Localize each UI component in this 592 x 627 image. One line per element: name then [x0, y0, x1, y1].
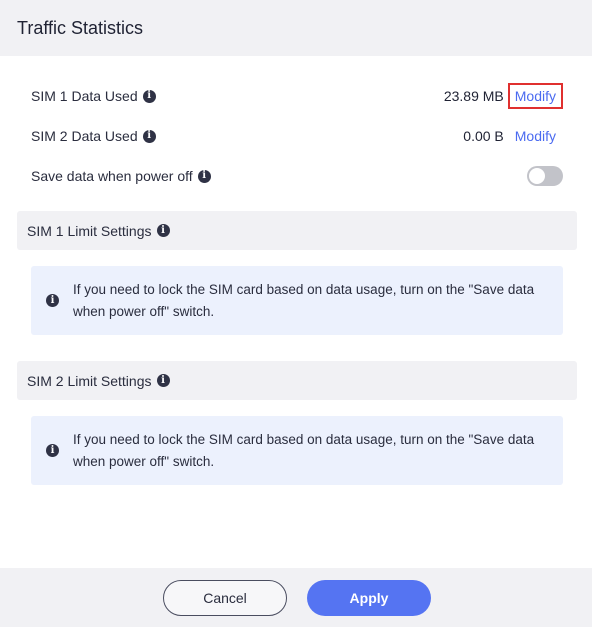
save-data-label: Save data when power off: [31, 168, 193, 184]
sim2-limit-notice-text: If you need to lock the SIM card based o…: [73, 431, 535, 469]
dialog-footer: Cancel Apply: [0, 568, 592, 627]
sim2-limit-settings-title: SIM 2 Limit Settings: [27, 372, 152, 389]
save-data-right: [527, 166, 563, 186]
sim1-modify-link[interactable]: Modify: [507, 83, 563, 109]
info-icon[interactable]: i: [156, 374, 170, 387]
save-data-toggle[interactable]: [527, 166, 563, 186]
sim1-data-used-value: 23.89 MB: [443, 88, 504, 104]
sim1-data-used-right: 23.89 MB Modify: [444, 83, 563, 109]
sim1-limit-notice: i If you need to lock the SIM card based…: [31, 266, 563, 335]
sim1-limit-notice-text: If you need to lock the SIM card based o…: [73, 281, 535, 319]
sim1-limit-settings-header: SIM 1 Limit Settings i: [17, 211, 577, 250]
cancel-button[interactable]: Cancel: [163, 580, 287, 616]
info-icon[interactable]: i: [142, 129, 156, 143]
sim2-data-used-value: 0.00 B: [463, 128, 504, 144]
sim2-limit-notice: i If you need to lock the SIM card based…: [31, 416, 563, 485]
sim2-data-used-label-group: SIM 2 Data Used i: [31, 128, 156, 144]
sim1-data-used-label-group: SIM 1 Data Used i: [31, 88, 156, 104]
toggle-knob: [529, 168, 545, 184]
dialog-header: Traffic Statistics: [0, 0, 592, 56]
sim2-data-used-row: SIM 2 Data Used i 0.00 B Modify: [31, 124, 563, 148]
sim2-modify-link[interactable]: Modify: [508, 123, 563, 149]
sim2-data-used-label: SIM 2 Data Used: [31, 128, 138, 144]
sim1-data-used-label: SIM 1 Data Used: [31, 88, 138, 104]
sim2-limit-settings-header: SIM 2 Limit Settings i: [17, 361, 577, 400]
info-icon[interactable]: i: [142, 89, 156, 103]
apply-button[interactable]: Apply: [307, 580, 431, 616]
sim1-data-used-row: SIM 1 Data Used i 23.89 MB Modify: [31, 83, 563, 109]
info-icon: i: [46, 294, 59, 307]
save-data-row: Save data when power off i: [31, 164, 563, 188]
save-data-label-group: Save data when power off i: [31, 168, 211, 184]
sim1-limit-settings-title: SIM 1 Limit Settings: [27, 222, 152, 239]
sim2-data-used-right: 0.00 B Modify: [463, 123, 563, 149]
dialog-title: Traffic Statistics: [17, 17, 144, 38]
info-icon: i: [46, 444, 59, 457]
info-icon[interactable]: i: [197, 169, 211, 183]
info-icon[interactable]: i: [156, 224, 170, 237]
